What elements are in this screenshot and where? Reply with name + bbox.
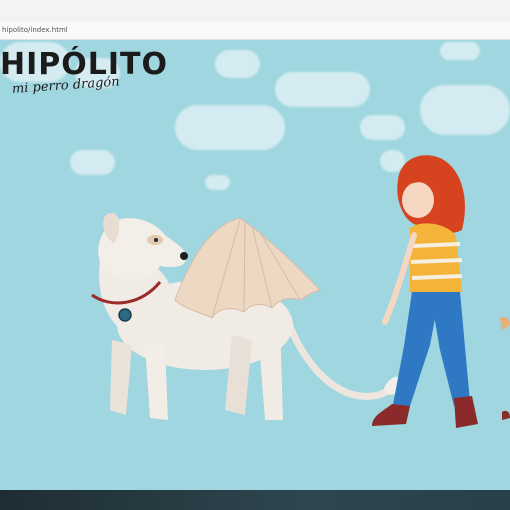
dog-leg [110,340,132,415]
partial-figure [500,316,510,330]
partial-figure [502,410,510,420]
dog-eye [154,238,158,242]
shirt-stripe [410,258,463,264]
dog-leg [258,325,283,420]
footer-bar [0,490,510,510]
girl-pants-left [392,292,440,412]
dog-wing [174,217,321,319]
girl-boot [372,404,410,426]
illustration [91,155,510,428]
girl-boot [454,396,478,428]
dog-tail [281,308,402,400]
dog-leg [145,345,168,420]
collar-tag [118,308,132,322]
dog-nose [180,252,188,260]
shirt-stripe [411,274,463,280]
girl-face [402,182,434,218]
shirt-stripe [411,242,461,248]
girl-pants-right [430,292,470,406]
